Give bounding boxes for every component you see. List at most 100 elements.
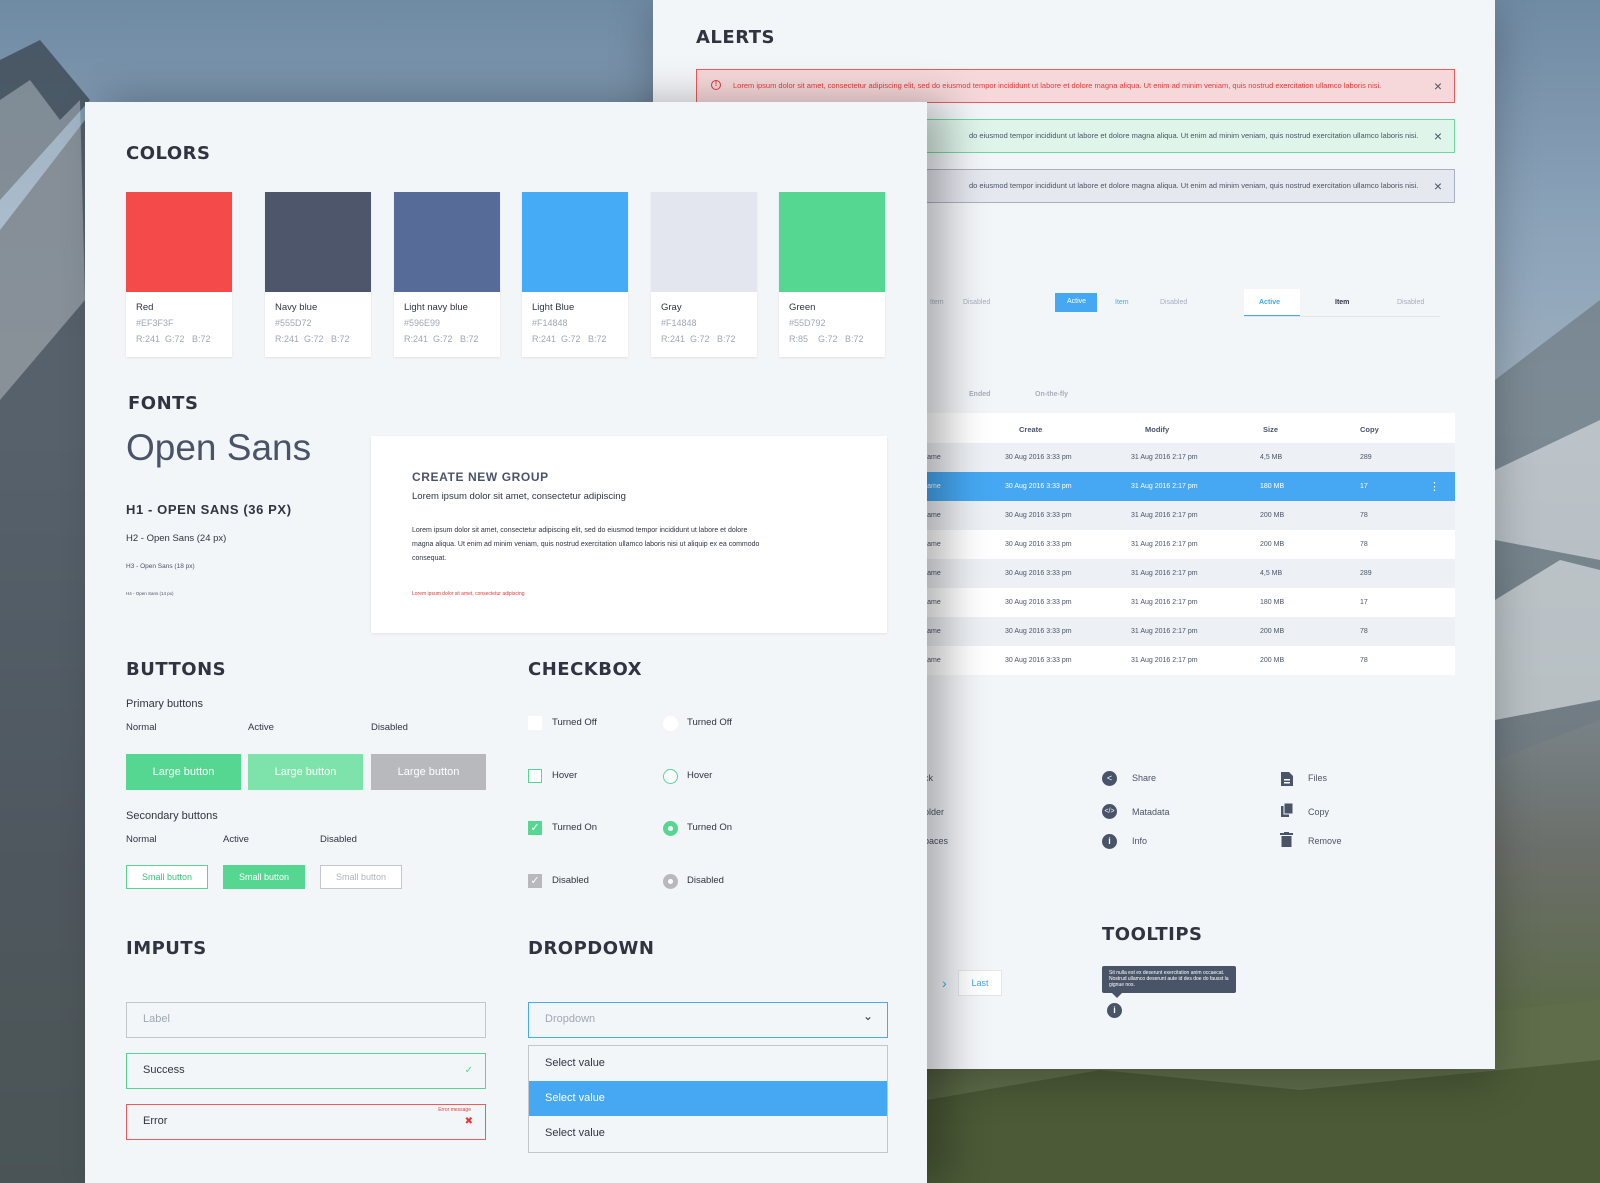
radio-label: Turned Off [687,717,732,728]
tab-active-label: Active [1259,299,1281,306]
table-row[interactable]: r name 30 Aug 2016 3:33 pm 31 Aug 2016 2:1… [919,559,1455,588]
table-cell: 78 [1360,541,1368,548]
column-header[interactable]: Size [1263,425,1278,434]
text-input-error[interactable]: Error Error message ✖ [126,1104,486,1140]
large-button-active[interactable]: Large button [248,754,363,790]
more-menu-icon[interactable]: ⋮ [1429,480,1440,493]
menu-item-share[interactable]: Share [1132,773,1156,783]
card-title: CREATE NEW GROUP [412,470,549,484]
table-cell: 200 MB [1260,657,1285,664]
color-rgb: R:241 G:72 B:72 [532,334,607,344]
table-cell: 78 [1360,657,1368,664]
state-label: Normal [126,834,157,845]
menu-item-metadata[interactable]: Matadata [1132,807,1170,817]
close-icon[interactable]: × [1434,70,1442,102]
radio-on[interactable] [663,821,678,836]
tab-on-the-fly[interactable]: On-the-fly [1035,391,1068,398]
tab-ended[interactable]: Ended [969,391,990,398]
color-chip [651,192,757,292]
table-cell: 289 [1360,454,1372,461]
table-cell: 31 Aug 2016 2:17 pm [1131,657,1198,664]
radio-off[interactable] [663,716,678,731]
color-hex: #EF3F3F [136,318,174,328]
table-row[interactable]: r name 30 Aug 2016 3:33 pm 31 Aug 2016 2:1… [919,530,1455,559]
radio-label: Turned On [687,822,733,833]
dropdown-option-selected[interactable]: Select value [529,1081,887,1116]
color-chip [779,192,885,292]
radio-hover[interactable] [663,769,678,784]
table-row[interactable]: r name 30 Aug 2016 3:33 pm 31 Aug 2016 2:1… [919,588,1455,617]
large-button-normal[interactable]: Large button [126,754,241,790]
menu-item-copy[interactable]: Copy [1308,807,1329,817]
large-button-disabled: Large button [371,754,486,790]
table-cell: 200 MB [1260,541,1285,548]
menu-item-remove[interactable]: Remove [1308,836,1342,846]
table-row[interactable]: r name 30 Aug 2016 3:33 pm 31 Aug 2016 2:1… [919,472,1455,501]
table-row[interactable]: r name 30 Aug 2016 3:33 pm 31 Aug 2016 2:1… [919,617,1455,646]
tab-active[interactable]: Active [1055,293,1097,312]
dropdown-title: DROPDOWN [528,938,655,959]
color-name: Red [136,302,154,313]
tab-item[interactable]: Item [1115,299,1129,306]
table-row[interactable]: r name 30 Aug 2016 3:33 pm 31 Aug 2016 2:1… [919,646,1455,675]
column-header[interactable]: Modify [1145,425,1169,434]
pagination-last[interactable]: Last [958,970,1002,996]
tab-active[interactable]: Active [1244,289,1300,317]
tab-item[interactable]: Item [930,299,944,306]
color-rgb: R:85 G:72 B:72 [789,334,864,344]
copy-icon [1281,803,1294,817]
table-cell: 31 Aug 2016 2:17 pm [1131,599,1198,606]
checkbox-label: Disabled [552,875,589,886]
table-cell: 30 Aug 2016 3:33 pm [1005,541,1072,548]
color-chip [126,192,232,292]
next-page-icon[interactable]: › [942,975,947,991]
primary-buttons-label: Primary buttons [126,698,204,710]
card-subtitle: Lorem ipsum dolor sit amet, consectetur … [412,491,626,502]
table-cell: 30 Aug 2016 3:33 pm [1005,512,1072,519]
tab-item[interactable]: Item [1335,299,1349,306]
share-icon: < [1102,771,1117,786]
sample-card: CREATE NEW GROUP Lorem ipsum dolor sit a… [371,436,887,633]
column-header[interactable]: Create [1019,425,1042,434]
column-header[interactable]: Copy [1360,425,1379,434]
small-button-active[interactable]: Small button [223,865,305,889]
color-hex: #596E99 [404,318,441,328]
table-cell: 30 Aug 2016 3:33 pm [1005,483,1072,490]
color-hex: #555D72 [275,318,312,328]
close-icon[interactable]: × [1434,170,1442,202]
checkbox-off[interactable] [528,716,542,730]
text-input-success[interactable]: Success ✓ [126,1053,486,1089]
small-button-normal[interactable]: Small button [126,865,208,889]
dropdown-option[interactable]: Select value [529,1116,887,1151]
table-cell: 31 Aug 2016 2:17 pm [1131,483,1198,490]
color-chip [394,192,500,292]
color-swatch: Light navy blue #596E99 R:241 G:72 B:72 [394,192,500,357]
table-cell: 31 Aug 2016 2:17 pm [1131,454,1198,461]
table-cell: 30 Aug 2016 3:33 pm [1005,628,1072,635]
tab-active-label: Active [1067,298,1087,305]
table-row[interactable]: r name 30 Aug 2016 3:33 pm 31 Aug 2016 2:1… [919,443,1455,472]
color-swatch: Navy blue #555D72 R:241 G:72 B:72 [265,192,371,357]
color-rgb: R:241 G:72 B:72 [136,334,211,344]
text-input-empty[interactable]: Label [126,1002,486,1038]
menu-item-info[interactable]: Info [1132,836,1147,846]
table-cell: 200 MB [1260,628,1285,635]
checkbox-hover[interactable] [528,769,542,783]
menu-item-folder[interactable]: older [924,807,944,817]
cross-icon: ✖ [464,1116,473,1127]
checkbox-label: Turned Off [552,717,597,728]
small-button-disabled: Small button [320,865,402,889]
radio-label: Disabled [687,875,724,886]
dropdown-option[interactable]: Select value [529,1046,887,1081]
h3-sample: H3 - Open Sans (18 px) [126,563,195,570]
info-icon[interactable]: i [1107,1003,1122,1018]
close-icon[interactable]: × [1434,120,1442,152]
checkbox-on[interactable]: ✓ [528,821,542,835]
table-row[interactable]: r name 30 Aug 2016 3:33 pm 31 Aug 2016 2:1… [919,501,1455,530]
trash-icon [1280,832,1293,847]
alert-info-text: do eiusmod tempor incididunt ut labore e… [969,181,1419,190]
menu-item-spaces[interactable]: paces [924,836,948,846]
menu-item-files[interactable]: Files [1308,773,1327,783]
table-cell: 31 Aug 2016 2:17 pm [1131,570,1198,577]
dropdown-select[interactable]: Dropdown ⌄ [528,1002,888,1038]
